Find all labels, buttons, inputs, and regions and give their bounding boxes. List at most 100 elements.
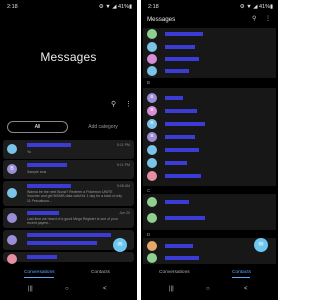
- conversation-time: Jun 20: [119, 211, 130, 215]
- system-navigation-bar: ||| ○ <: [141, 286, 278, 296]
- avatar-initial: B: [150, 108, 154, 113]
- contact-name-redacted: [165, 109, 197, 113]
- contact-name-redacted: [165, 200, 189, 204]
- contact-row[interactable]: [143, 53, 276, 65]
- section-letter-c: C: [147, 188, 151, 193]
- compose-button[interactable]: ✉: [254, 238, 268, 252]
- contact-name-redacted: [165, 256, 199, 260]
- contact-row[interactable]: [143, 157, 276, 169]
- status-bar: 2:18 ⚙ ▼ ◢ 41%▮: [141, 0, 278, 12]
- compose-button[interactable]: ✉: [113, 238, 127, 252]
- contact-row[interactable]: B: [143, 105, 276, 117]
- contact-name-redacted: [27, 143, 71, 147]
- conversation-preview: Yo: [27, 150, 31, 154]
- conversation-preview: Sample sms: [27, 170, 47, 174]
- contact-row[interactable]: B: [143, 131, 276, 143]
- section-letter-b: B: [147, 80, 151, 85]
- contact-row[interactable]: [143, 144, 276, 156]
- status-icons: ⚙ ▼ ◢ 41%▮: [239, 4, 273, 10]
- tab-conversations[interactable]: Conversations: [159, 270, 190, 275]
- tab-conversations[interactable]: Conversations: [24, 270, 55, 275]
- chat-icon: ✉: [117, 242, 123, 248]
- contact-name-redacted: [165, 216, 205, 220]
- section-letter-d: D: [147, 232, 151, 237]
- status-icons: ⚙ ▼ ◢ 41%▮: [98, 4, 132, 10]
- status-time: 2:18: [148, 4, 159, 10]
- search-icon[interactable]: ⚲: [111, 100, 116, 108]
- conversation-preview: Wanna be the next Boost? Redeem a Pokemo…: [27, 190, 122, 203]
- avatar: [147, 197, 157, 207]
- recent-apps-icon[interactable]: |||: [28, 286, 33, 292]
- avatar: B: [147, 132, 157, 142]
- avatar: B: [147, 119, 157, 129]
- more-options-icon[interactable]: ⋮: [125, 100, 132, 108]
- contact-row[interactable]: [143, 170, 276, 182]
- recent-apps-icon[interactable]: |||: [169, 286, 174, 292]
- conversation-item[interactable]: 5:11 PM Yo: [3, 140, 134, 159]
- contact-row[interactable]: [143, 65, 276, 77]
- contact-name-redacted: [165, 135, 195, 139]
- contact-row[interactable]: [143, 252, 276, 264]
- contact-row[interactable]: B: [143, 118, 276, 130]
- conversation-item[interactable]: Jun 20 Last time we heard of a good Mega…: [3, 208, 134, 228]
- contact-row[interactable]: [143, 28, 276, 40]
- avatar: [147, 29, 157, 39]
- back-icon[interactable]: <: [103, 286, 107, 292]
- conversation-item[interactable]: B 5:11 PM Sample sms: [3, 160, 134, 179]
- avatar-initial: B: [150, 134, 154, 139]
- avatar: B: [147, 106, 157, 116]
- avatar: [7, 254, 17, 264]
- avatar: [147, 241, 157, 251]
- contact-name-redacted: [27, 255, 57, 259]
- page-title: Messages: [40, 50, 97, 64]
- contact-name-redacted: [165, 174, 201, 178]
- search-icon[interactable]: ⚲: [252, 15, 256, 22]
- conversations-screen: 2:18 ⚙ ▼ ◢ 41%▮ Messages ⚲ ⋮ All Add cat…: [0, 0, 137, 300]
- avatar-initial: B: [10, 166, 14, 172]
- tab-contacts[interactable]: Contacts: [91, 270, 110, 275]
- bottom-navigation: Conversations Contacts: [0, 266, 137, 278]
- contacts-screen: 2:18 ⚙ ▼ ◢ 41%▮ Messages ⚲ ⋮ B C D B B B…: [141, 0, 278, 300]
- tab-add-category[interactable]: Add category: [75, 121, 131, 133]
- tab-contacts[interactable]: Contacts: [232, 270, 251, 275]
- avatar: [147, 253, 157, 263]
- bottom-navigation: Conversations Contacts: [141, 266, 278, 278]
- status-bar: 2:18 ⚙ ▼ ◢ 41%▮: [0, 0, 137, 12]
- preview-redacted: [27, 241, 97, 245]
- avatar: [7, 235, 17, 245]
- conversation-preview: Last time we heard of a good Mega Regist…: [27, 217, 118, 226]
- contact-row[interactable]: [143, 212, 276, 224]
- contact-row[interactable]: [143, 196, 276, 208]
- more-options-icon[interactable]: ⋮: [265, 15, 271, 22]
- contact-name-redacted: [165, 45, 195, 49]
- avatar: [147, 213, 157, 223]
- page-title: Messages: [147, 16, 176, 23]
- contact-name-redacted: [165, 161, 187, 165]
- tab-all[interactable]: All: [7, 121, 68, 133]
- avatar: [7, 213, 17, 223]
- status-time: 2:18: [7, 4, 18, 10]
- contact-name-redacted: [27, 163, 67, 167]
- avatar: [147, 145, 157, 155]
- contact-name-redacted: [165, 244, 193, 248]
- conversation-item[interactable]: [3, 252, 134, 264]
- contact-name-redacted: [165, 148, 199, 152]
- home-icon[interactable]: ○: [65, 286, 69, 292]
- conversation-time: 5:08 AM: [116, 184, 130, 188]
- contact-name-redacted: [165, 57, 199, 61]
- category-tabs: All Add category: [7, 121, 131, 133]
- avatar: [147, 171, 157, 181]
- avatar: B: [7, 164, 17, 174]
- contact-name-redacted: [27, 184, 71, 188]
- conversation-item[interactable]: 5:08 AM Wanna be the next Boost? Redeem …: [3, 181, 134, 206]
- contact-name-redacted: [27, 233, 111, 237]
- active-tab-indicator: [232, 277, 250, 278]
- home-icon[interactable]: ○: [206, 286, 210, 292]
- avatar-initial: B: [150, 95, 154, 100]
- avatar: [147, 42, 157, 52]
- contact-name-redacted: [165, 96, 183, 100]
- avatar: [147, 54, 157, 64]
- contact-row[interactable]: [143, 41, 276, 53]
- back-icon[interactable]: <: [244, 286, 248, 292]
- contact-row[interactable]: B: [143, 92, 276, 104]
